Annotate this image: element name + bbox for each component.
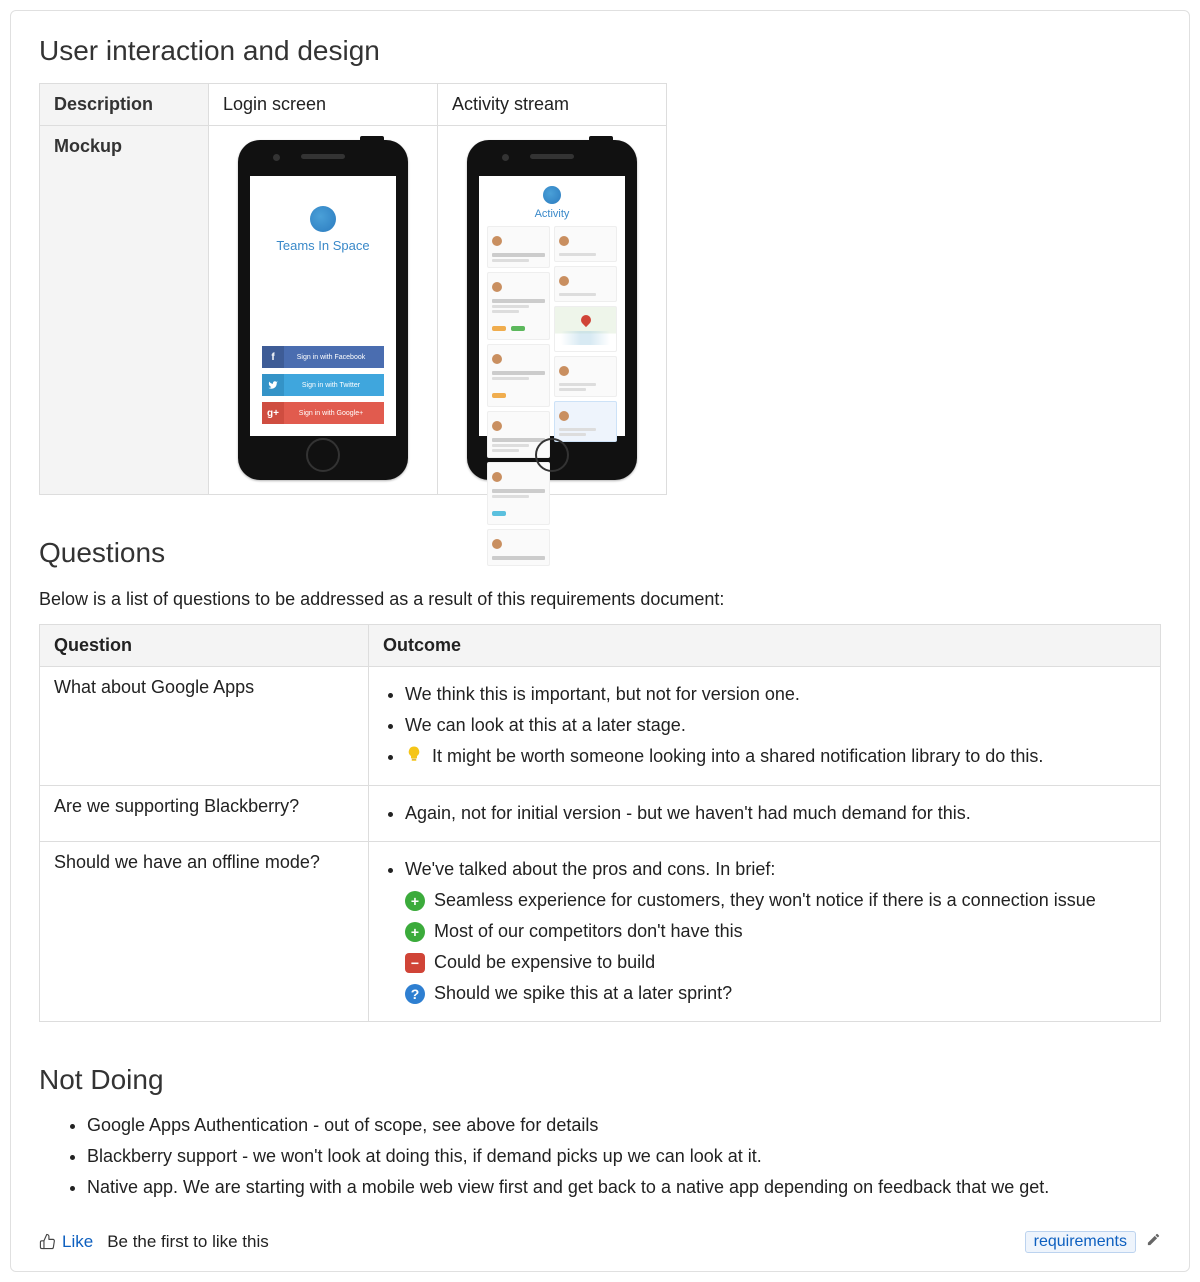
design-col-login: Login screen	[209, 84, 438, 126]
outcome-cell: We've talked about the pros and cons. In…	[369, 841, 1161, 1021]
document-panel: User interaction and design Description …	[10, 10, 1190, 1272]
questions-table: Question Outcome What about Google AppsW…	[39, 624, 1161, 1022]
question-cell: Are we supporting Blackberry?	[40, 785, 369, 841]
outcome-item: We can look at this at a later stage.	[405, 712, 1146, 739]
section-heading-design: User interaction and design	[39, 35, 1161, 67]
questions-header-question: Question	[40, 625, 369, 667]
outcome-item: Again, not for initial version - but we …	[405, 800, 1146, 827]
map-pin-icon	[578, 313, 592, 327]
notdoing-list: Google Apps Authentication - out of scop…	[39, 1112, 1161, 1201]
outcome-cell: Again, not for initial version - but we …	[369, 785, 1161, 841]
mockup-cell-activity: Activity	[438, 126, 667, 495]
list-item: Google Apps Authentication - out of scop…	[87, 1112, 1161, 1139]
section-heading-notdoing: Not Doing	[39, 1064, 1161, 1096]
thumbs-up-icon	[39, 1233, 56, 1250]
outcome-item: We think this is important, but not for …	[405, 681, 1146, 708]
table-row: Should we have an offline mode? We've tal…	[40, 841, 1161, 1021]
design-table: Description Login screen Activity stream…	[39, 83, 667, 495]
question-cell: Should we have an offline mode?	[40, 841, 369, 1021]
outcome-item: + Most of our competitors don't have thi…	[405, 918, 1146, 945]
signin-twitter-button[interactable]: Sign in with Twitter	[262, 374, 384, 396]
home-button-icon	[535, 438, 569, 472]
questions-intro: Below is a list of questions to be addre…	[39, 589, 1161, 610]
page-footer: Like Be the first to like this requireme…	[39, 1231, 1161, 1253]
question-icon: ?	[405, 984, 425, 1004]
outcome-item: + Seamless experience for customers, the…	[405, 887, 1146, 914]
plus-icon: +	[405, 922, 425, 942]
signin-google-button[interactable]: g+Sign in with Google+	[262, 402, 384, 424]
question-cell: What about Google Apps	[40, 667, 369, 786]
mockup-cell-login: Teams In Space fSign in with Facebook Si…	[209, 126, 438, 495]
app-logo-icon	[310, 206, 336, 232]
home-button-icon	[306, 438, 340, 472]
label-tag[interactable]: requirements	[1025, 1231, 1136, 1253]
design-row-header-mockup: Mockup	[40, 126, 209, 495]
design-row-header: Description	[40, 84, 209, 126]
outcome-item: It might be worth someone looking into a…	[405, 743, 1146, 771]
outcome-item: − Could be expensive to build	[405, 949, 1146, 976]
facebook-icon: f	[262, 346, 284, 368]
phone-mockup-activity: Activity	[467, 140, 637, 480]
outcome-item: ? Should we spike this at a later sprint…	[405, 980, 1146, 1007]
outcome-item: We've talked about the pros and cons. In…	[405, 856, 1146, 883]
minus-icon: −	[405, 953, 425, 973]
map-card	[554, 306, 617, 352]
plus-icon: +	[405, 891, 425, 911]
design-col-activity: Activity stream	[438, 84, 667, 126]
signin-facebook-button[interactable]: fSign in with Facebook	[262, 346, 384, 368]
lightbulb-icon	[405, 744, 423, 771]
activity-title: Activity	[487, 208, 617, 220]
table-row: What about Google Apps We think this is i…	[40, 667, 1161, 786]
twitter-icon	[262, 374, 284, 396]
questions-header-outcome: Outcome	[369, 625, 1161, 667]
app-brand: Teams In Space	[276, 238, 369, 253]
phone-mockup-login: Teams In Space fSign in with Facebook Si…	[238, 140, 408, 480]
app-logo-icon	[543, 186, 561, 204]
list-item: Native app. We are starting with a mobil…	[87, 1174, 1161, 1201]
table-row: Are we supporting Blackberry? Again, not …	[40, 785, 1161, 841]
outcome-cell: We think this is important, but not for …	[369, 667, 1161, 786]
list-item: Blackberry support - we won't look at do…	[87, 1143, 1161, 1170]
google-plus-icon: g+	[262, 402, 284, 424]
